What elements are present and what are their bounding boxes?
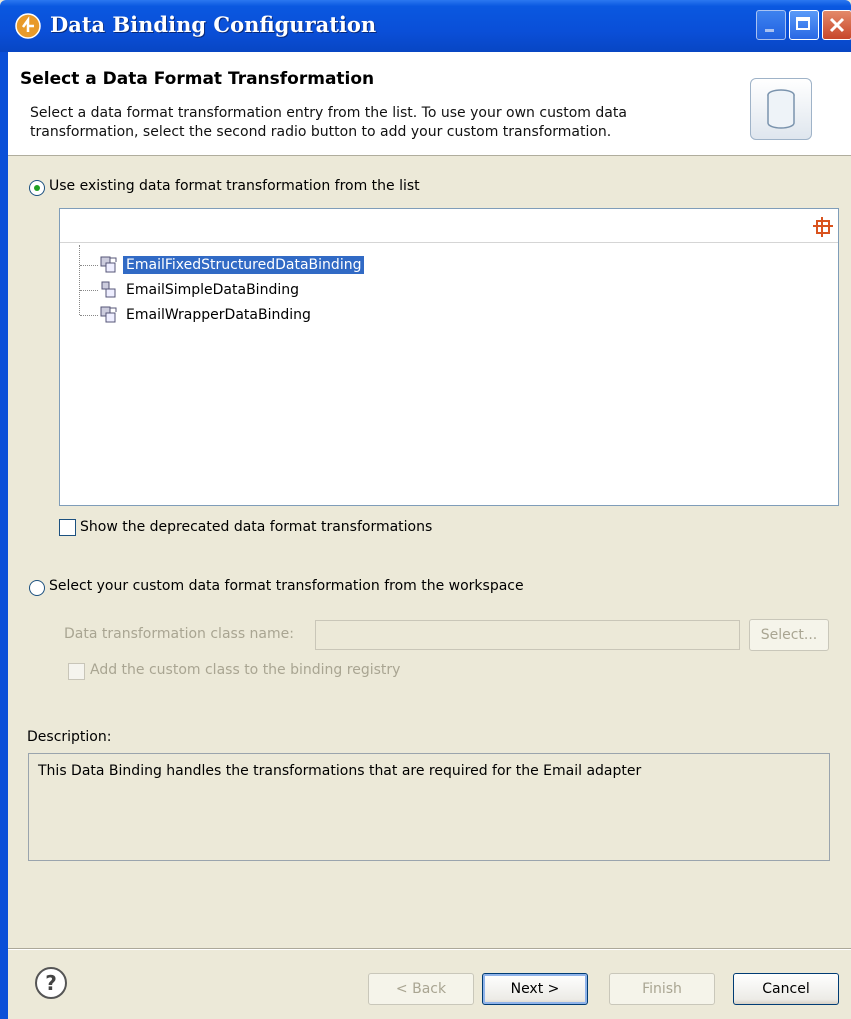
page-description: Select a data format transformation entr… [30, 105, 627, 140]
tree-item-email-wrapper[interactable]: EmailWrapperDataBinding [80, 304, 314, 326]
database-icon [750, 78, 812, 140]
dialog-window: Data Binding Configuration Select a Data… [0, 0, 851, 1019]
description-text: This Data Binding handles the transforma… [38, 763, 642, 779]
app-icon [15, 13, 41, 39]
finish-button[interactable]: Finish [609, 973, 715, 1005]
transformation-tree[interactable]: EmailFixedStructuredDataBinding EmailSim… [59, 208, 839, 506]
tree-branch [80, 290, 98, 291]
minimize-button[interactable] [756, 10, 786, 40]
add-to-registry-label: Add the custom class to the binding regi… [90, 662, 401, 678]
maximize-button[interactable] [789, 10, 819, 40]
databinding-icon [100, 256, 117, 273]
next-button[interactable]: Next > [482, 973, 588, 1005]
cancel-button[interactable]: Cancel [733, 973, 839, 1005]
description-box: This Data Binding handles the transforma… [28, 753, 830, 861]
tree-connector [79, 245, 80, 315]
databinding-simple-icon [101, 281, 116, 298]
help-icon[interactable]: ? [35, 967, 67, 999]
page-title: Select a Data Format Transformation [20, 69, 375, 89]
show-deprecated-label[interactable]: Show the deprecated data format transfor… [80, 519, 432, 535]
tree-item-label: EmailFixedStructuredDataBinding [123, 256, 365, 274]
back-button[interactable]: < Back [368, 973, 474, 1005]
footer-separator [8, 948, 851, 950]
tree-branch [80, 265, 98, 266]
tree-branch [80, 315, 98, 316]
use-custom-label[interactable]: Select your custom data format transform… [49, 578, 524, 594]
locate-icon[interactable] [813, 217, 833, 237]
tree-item-label: EmailWrapperDataBinding [126, 307, 311, 323]
window-title: Data Binding Configuration [50, 12, 377, 37]
tree-item-email-fixed-structured[interactable]: EmailFixedStructuredDataBinding [80, 254, 365, 276]
title-bar[interactable]: Data Binding Configuration [0, 0, 851, 52]
close-icon [829, 17, 845, 33]
wizard-banner: Select a Data Format Transformation Sele… [8, 52, 851, 156]
class-name-label: Data transformation class name: [64, 626, 294, 642]
description-label: Description: [27, 729, 112, 745]
close-button[interactable] [822, 10, 851, 40]
databinding-icon [100, 306, 117, 323]
use-existing-radio[interactable] [29, 180, 45, 196]
tree-item-label: EmailSimpleDataBinding [126, 282, 299, 298]
window-border [0, 52, 8, 1019]
class-name-field[interactable] [315, 620, 740, 650]
show-deprecated-checkbox[interactable] [59, 519, 76, 536]
use-custom-radio[interactable] [29, 580, 45, 596]
tree-item-email-simple[interactable]: EmailSimpleDataBinding [80, 279, 302, 301]
add-to-registry-checkbox[interactable] [68, 663, 85, 680]
tree-toolbar [60, 209, 838, 243]
use-existing-label[interactable]: Use existing data format transformation … [49, 178, 420, 194]
select-button[interactable]: Select... [749, 619, 829, 651]
